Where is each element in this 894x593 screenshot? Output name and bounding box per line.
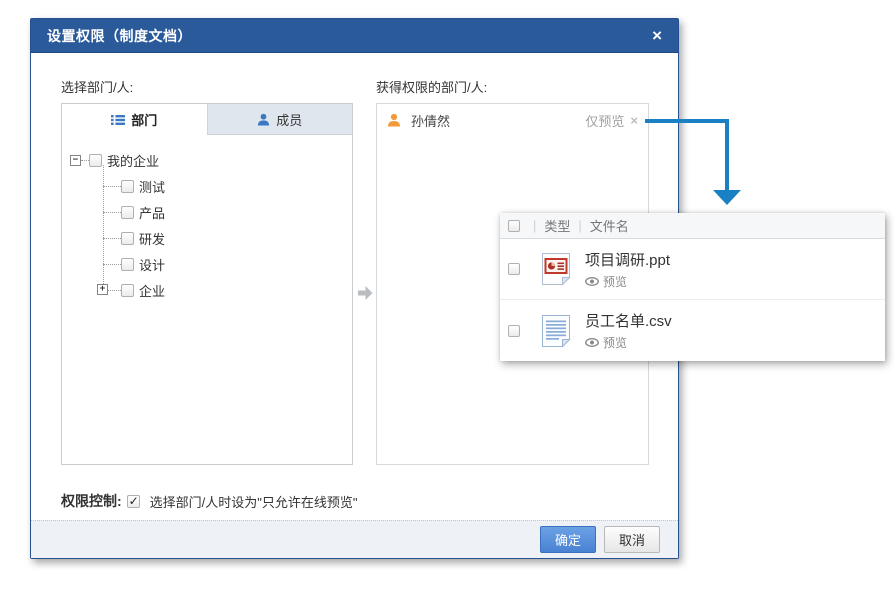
file-list-header: | 类型 | 文件名 — [500, 213, 885, 239]
tree-node-label[interactable]: 测试 — [139, 177, 165, 196]
file-row: 员工名单.csv 预览 — [500, 300, 885, 361]
tab-members[interactable]: 成员 — [206, 104, 352, 135]
annotation-arrow-vertical — [725, 119, 729, 190]
file-list-panel: | 类型 | 文件名 项目调研.ppt 预览 员工名单.csv 预览 — [500, 213, 885, 361]
department-tree-panel: 部门 成员 − 我的企业 测试 产品 研发 设计 + 企业 — [61, 103, 353, 465]
tab-bar: 部门 成员 — [62, 104, 352, 135]
preview-label: 预览 — [603, 336, 628, 350]
collapse-icon[interactable]: − — [70, 154, 81, 166]
tree-connector — [103, 211, 121, 213]
file-checkbox[interactable] — [508, 324, 520, 337]
column-separator: | — [533, 218, 537, 233]
ppt-file-icon — [542, 253, 571, 286]
person-icon — [258, 113, 270, 126]
column-header-filename: 文件名 — [589, 219, 629, 234]
column-header-type: 类型 — [544, 219, 571, 234]
tab-departments-label: 部门 — [131, 113, 158, 128]
tree-connector — [103, 263, 121, 265]
file-meta: 项目调研.ppt 预览 — [585, 249, 670, 290]
department-tree: − 我的企业 测试 产品 研发 设计 + 企业 — [62, 135, 352, 303]
tree-node-root: − 我的企业 — [70, 147, 352, 173]
tree-node: 研发 — [103, 225, 352, 251]
tree-node-label[interactable]: 设计 — [139, 255, 165, 274]
tab-members-label: 成员 — [276, 112, 303, 128]
tree-node: 测试 — [103, 173, 352, 199]
person-icon — [388, 113, 400, 127]
eye-icon — [585, 338, 599, 347]
checkbox-node[interactable] — [121, 257, 134, 271]
file-name[interactable]: 项目调研.ppt — [585, 249, 670, 270]
annotation-arrowhead-icon — [713, 190, 741, 205]
permission-control-text: 选择部门/人时设为"只允许在线预览" — [149, 494, 358, 510]
tree-node-label[interactable]: 产品 — [139, 203, 165, 222]
list-icon — [111, 114, 126, 125]
tab-departments[interactable]: 部门 — [62, 104, 207, 135]
file-checkbox[interactable] — [508, 263, 520, 275]
file-row: 项目调研.ppt 预览 — [500, 239, 885, 300]
checkbox-node[interactable] — [121, 179, 134, 193]
permission-badge: 仅预览 — [585, 113, 625, 129]
move-right-icon[interactable] — [356, 285, 374, 301]
tree-node: 设计 — [103, 251, 352, 277]
checkbox-node[interactable] — [121, 205, 134, 219]
csv-file-icon — [542, 314, 571, 348]
preview-action[interactable]: 预览 — [585, 334, 672, 351]
column-separator: | — [578, 218, 582, 233]
permission-control-label: 权限控制: — [61, 493, 122, 509]
granted-user-name: 孙倩然 — [411, 113, 451, 129]
tree-node: 产品 — [103, 199, 352, 225]
granted-user-row: 孙倩然 仅预览 × — [377, 104, 648, 136]
checkbox-node[interactable] — [121, 231, 134, 245]
ok-button[interactable]: 确定 — [539, 526, 596, 553]
tree-node-label[interactable]: 我的企业 — [107, 151, 159, 170]
permission-control-row: 权限控制: 选择部门/人时设为"只允许在线预览" — [61, 491, 358, 511]
dialog-footer: 确定 取消 — [31, 520, 678, 558]
file-meta: 员工名单.csv 预览 — [585, 310, 672, 351]
select-department-label: 选择部门/人: — [61, 80, 134, 95]
checkbox-root[interactable] — [89, 153, 102, 167]
tree-node-label[interactable]: 研发 — [139, 229, 165, 248]
tree-node: + 企业 — [97, 277, 352, 303]
cancel-button[interactable]: 取消 — [603, 526, 660, 553]
annotation-arrow-horizontal — [645, 119, 729, 123]
tree-children: 测试 产品 研发 设计 + 企业 — [97, 165, 352, 303]
checkbox-node[interactable] — [121, 283, 134, 297]
expand-icon[interactable]: + — [97, 284, 108, 295]
remove-icon[interactable]: × — [630, 113, 638, 128]
tree-connector — [81, 159, 89, 161]
granted-label: 获得权限的部门/人: — [376, 80, 488, 95]
preview-action[interactable]: 预览 — [585, 273, 670, 290]
preview-label: 预览 — [603, 274, 628, 289]
file-name[interactable]: 员工名单.csv — [585, 310, 672, 331]
tree-connector — [103, 185, 121, 187]
tree-connector — [103, 237, 121, 239]
tree-node-label[interactable]: 企业 — [139, 281, 165, 300]
close-icon[interactable]: × — [652, 27, 662, 44]
dialog-title: 设置权限（制度文档） — [47, 27, 192, 44]
select-all-checkbox[interactable] — [508, 219, 520, 232]
dialog-titlebar: 设置权限（制度文档） × — [31, 19, 678, 53]
preview-only-checkbox[interactable] — [126, 494, 140, 508]
eye-icon — [585, 276, 599, 286]
